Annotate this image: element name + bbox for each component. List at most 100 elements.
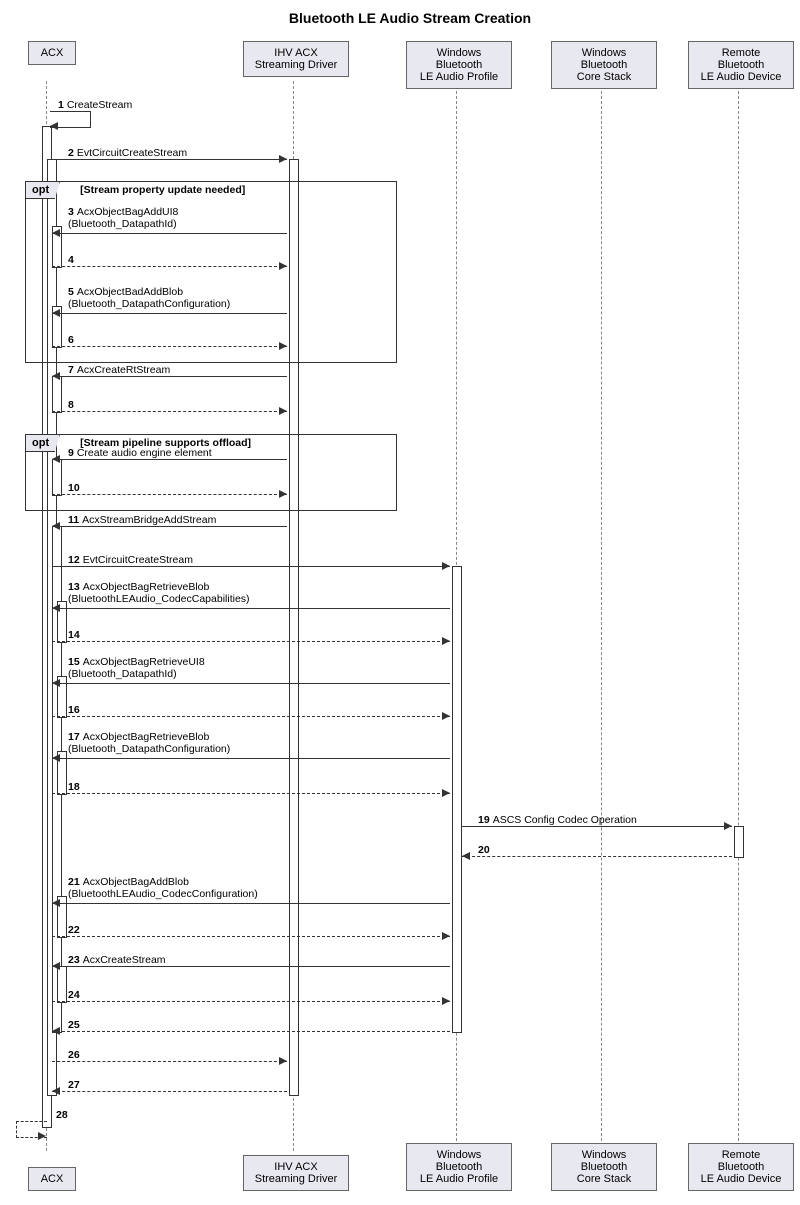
arrow-icon xyxy=(52,754,60,762)
message-line xyxy=(52,376,287,377)
sequence-diagram: ACX ACX IHV ACX Streaming Driver IHV ACX St… xyxy=(10,41,800,1191)
participant-box: IHV ACX Streaming Driver xyxy=(243,41,349,77)
message-line xyxy=(52,936,450,937)
message-label: 2EvtCircuitCreateStream xyxy=(68,147,187,159)
message-line xyxy=(52,1061,287,1062)
arrow-icon xyxy=(52,522,60,530)
arrow-icon xyxy=(442,712,450,720)
participant-box: Windows BluetoothCore Stack xyxy=(551,1143,657,1191)
message-line xyxy=(52,411,287,412)
message-label: 16 xyxy=(68,704,83,716)
message-line xyxy=(462,826,732,827)
message-label: 26 xyxy=(68,1049,83,1061)
message-line xyxy=(52,459,287,460)
message-label: 13AcxObjectBagRetrieveBlob(BluetoothLEAu… xyxy=(68,581,250,605)
message-label: 7AcxCreateRtStream xyxy=(68,364,170,376)
activation-bar xyxy=(734,826,744,858)
message-label: 19ASCS Config Codec Operation xyxy=(478,814,637,826)
arrow-icon xyxy=(52,679,60,687)
message-line xyxy=(52,1091,287,1092)
arrow-icon xyxy=(279,155,287,163)
opt-label: opt xyxy=(25,434,60,452)
message-label: 28 xyxy=(56,1109,71,1121)
participant-box: ACX xyxy=(28,41,76,65)
message-line xyxy=(52,233,287,234)
message-line xyxy=(52,566,450,567)
message-label: 25 xyxy=(68,1019,83,1031)
message-line xyxy=(52,159,287,160)
message-label: 17AcxObjectBagRetrieveBlob(Bluetooth_Dat… xyxy=(68,731,230,755)
message-line xyxy=(52,793,450,794)
message-label: 22 xyxy=(68,924,83,936)
message-label: 27 xyxy=(68,1079,83,1091)
message-label: 18 xyxy=(68,781,83,793)
arrow-icon xyxy=(279,407,287,415)
arrow-icon xyxy=(52,899,60,907)
lifeline xyxy=(601,81,602,1151)
arrow-icon xyxy=(52,1027,60,1035)
message-line xyxy=(52,716,450,717)
message-label: 9Create audio engine element xyxy=(68,447,212,459)
message-line xyxy=(52,1001,450,1002)
arrow-icon xyxy=(38,1132,46,1140)
arrow-icon xyxy=(52,1087,60,1095)
message-line xyxy=(52,683,450,684)
arrow-icon xyxy=(442,932,450,940)
message-line xyxy=(52,758,450,759)
message-line xyxy=(52,1031,450,1032)
message-label: 11AcxStreamBridgeAddStream xyxy=(68,514,216,526)
message-label: 12EvtCircuitCreateStream xyxy=(68,554,193,566)
participant-box: Remote BluetoothLE Audio Device xyxy=(688,41,794,89)
message-label: 15AcxObjectBagRetrieveUI8(Bluetooth_Data… xyxy=(68,656,205,680)
message-label: 4 xyxy=(68,254,77,266)
message-line xyxy=(52,608,450,609)
arrow-icon xyxy=(279,262,287,270)
opt-guard: [Stream property update needed] xyxy=(80,184,245,196)
participant-box: Windows BluetoothCore Stack xyxy=(551,41,657,89)
diagram-title: Bluetooth LE Audio Stream Creation xyxy=(10,10,800,26)
activation-bar xyxy=(57,966,67,1003)
activation-bar xyxy=(452,566,462,1033)
message-label: 23AcxCreateStream xyxy=(68,954,166,966)
arrow-icon xyxy=(52,309,60,317)
participant-box: IHV ACX Streaming Driver xyxy=(243,1155,349,1191)
arrow-icon xyxy=(724,822,732,830)
arrow-icon xyxy=(279,490,287,498)
message-line xyxy=(52,266,287,267)
lifeline xyxy=(738,81,739,1151)
message-label: 10 xyxy=(68,482,83,494)
message-line xyxy=(52,346,287,347)
participant-box: ACX xyxy=(28,1167,76,1191)
activation-bar xyxy=(52,376,62,413)
arrow-icon xyxy=(52,229,60,237)
arrow-icon xyxy=(279,342,287,350)
arrow-icon xyxy=(442,789,450,797)
message-line xyxy=(52,966,450,967)
message-line xyxy=(52,903,450,904)
message-line xyxy=(462,856,732,857)
arrow-icon xyxy=(52,604,60,612)
opt-label: opt xyxy=(25,181,60,199)
arrow-icon xyxy=(442,637,450,645)
arrow-icon xyxy=(442,562,450,570)
message-line xyxy=(52,526,287,527)
message-label: 14 xyxy=(68,629,83,641)
arrow-icon xyxy=(442,997,450,1005)
arrow-icon xyxy=(462,852,470,860)
message-label: 24 xyxy=(68,989,83,1001)
participant-box: Windows BluetoothLE Audio Profile xyxy=(406,1143,512,1191)
arrow-icon xyxy=(52,962,60,970)
message-label: 20 xyxy=(478,844,493,856)
message-line xyxy=(52,494,287,495)
arrow-icon xyxy=(279,1057,287,1065)
participant-box: Windows BluetoothLE Audio Profile xyxy=(406,41,512,89)
arrow-icon xyxy=(52,455,60,463)
message-line xyxy=(52,641,450,642)
message-label: 6 xyxy=(68,334,77,346)
message-label: 3AcxObjectBagAddUI8(Bluetooth_DatapathId… xyxy=(68,206,178,230)
message-label: 1CreateStream xyxy=(58,99,132,111)
message-label: 5AcxObjectBadAddBlob(Bluetooth_DatapathC… xyxy=(68,286,230,310)
opt-frame: opt[Stream pipeline supports offload] xyxy=(25,434,397,511)
message-line xyxy=(52,313,287,314)
message-label: 8 xyxy=(68,399,77,411)
